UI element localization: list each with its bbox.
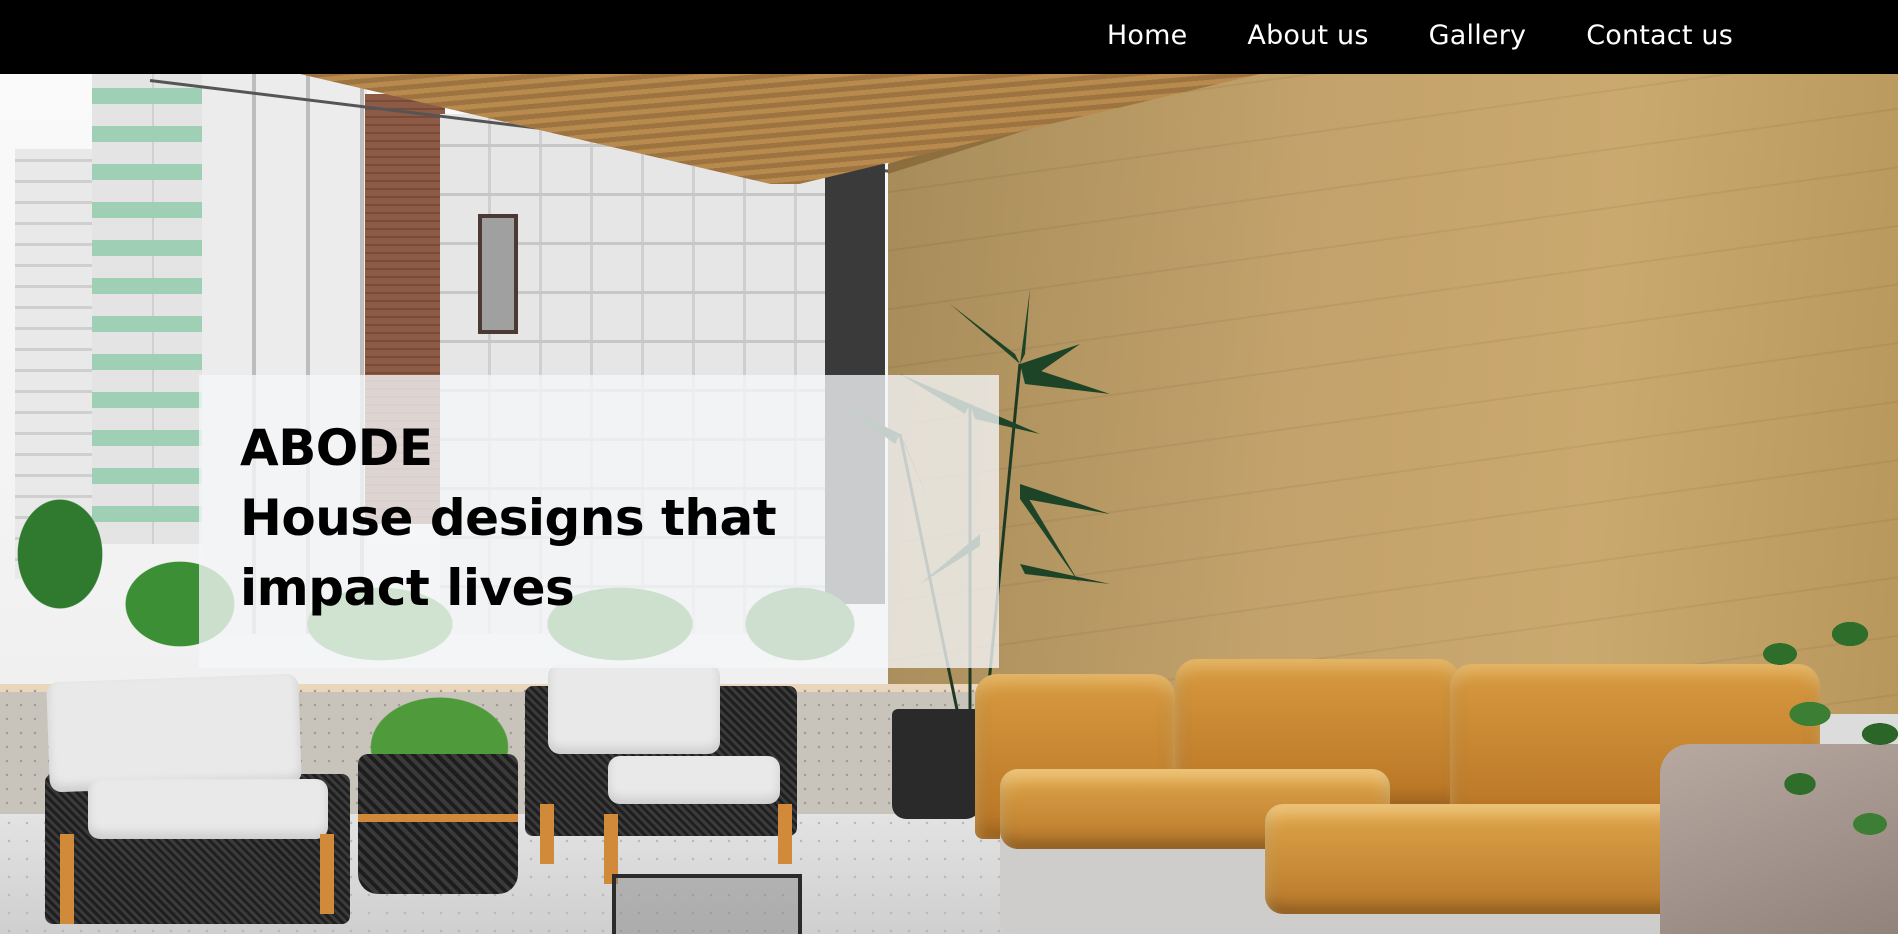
- potted-plant: [1740, 594, 1898, 894]
- side-table: [612, 874, 802, 934]
- nav-link-gallery[interactable]: Gallery: [1429, 20, 1527, 51]
- tagline-line-1: House designs that: [240, 489, 777, 547]
- window: [478, 214, 518, 334]
- nav-links: Home About us Gallery Contact us: [1107, 20, 1733, 51]
- nav-link-contact-us[interactable]: Contact us: [1586, 20, 1733, 51]
- plant-pot: [892, 709, 980, 819]
- hero-headline: ABODE House designs that impact lives: [240, 413, 777, 623]
- hero-headline-card: ABODE House designs that impact lives: [199, 375, 999, 668]
- nav-link-about-us[interactable]: About us: [1247, 20, 1368, 51]
- hero-section: ABODE House designs that impact lives: [0, 74, 1898, 934]
- brand-name: ABODE: [240, 419, 433, 477]
- nav-link-home[interactable]: Home: [1107, 20, 1188, 51]
- tagline-line-2: impact lives: [240, 559, 575, 617]
- top-navbar: Home About us Gallery Contact us: [0, 0, 1898, 74]
- wicker-basket: [358, 754, 518, 894]
- basket-band: [358, 814, 518, 822]
